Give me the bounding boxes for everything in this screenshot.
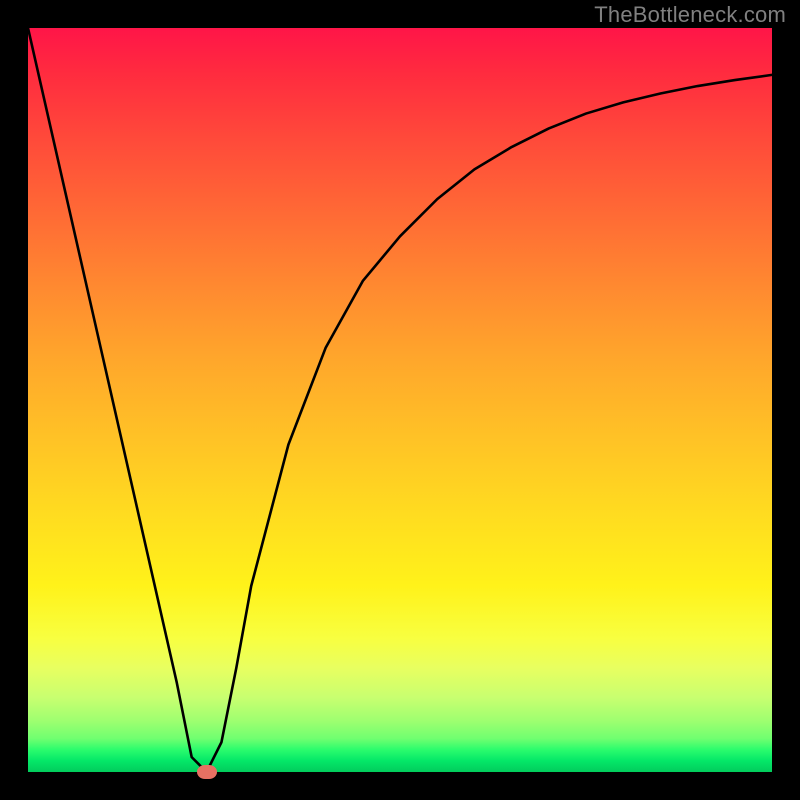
chart-frame: TheBottleneck.com <box>0 0 800 800</box>
watermark-label: TheBottleneck.com <box>594 2 786 28</box>
min-marker <box>197 765 217 779</box>
plot-area <box>28 28 772 772</box>
bottleneck-curve-path <box>28 28 772 772</box>
curve-svg <box>28 28 772 772</box>
